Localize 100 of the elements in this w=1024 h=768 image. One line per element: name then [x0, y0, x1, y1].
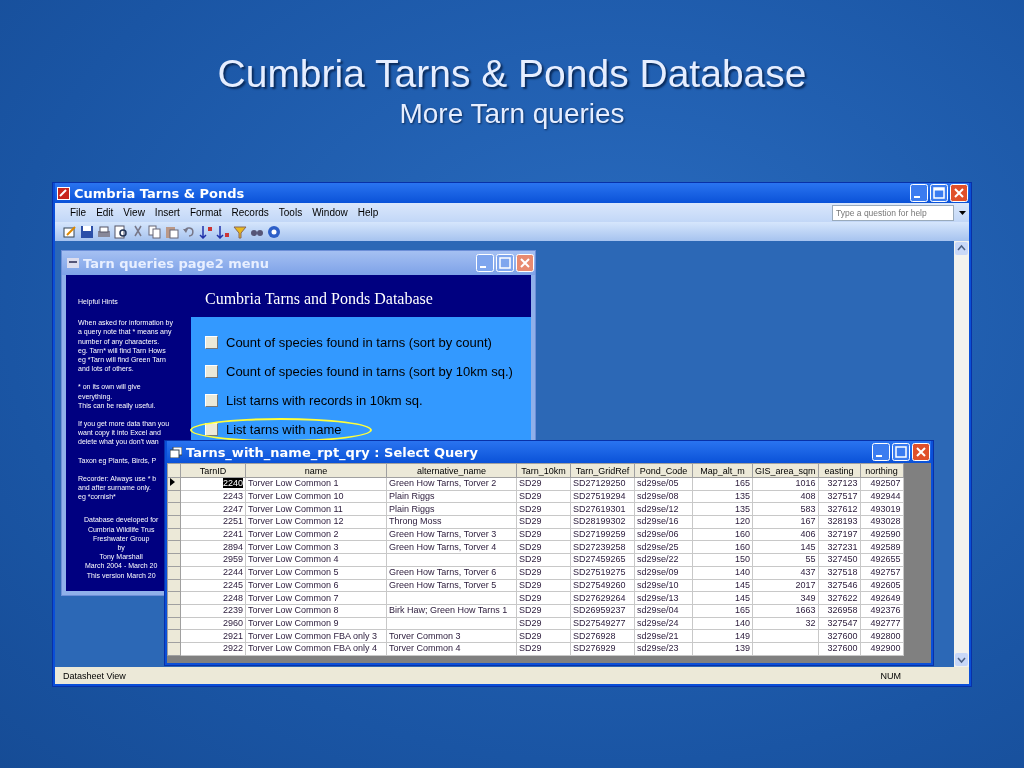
save-icon[interactable]	[80, 224, 94, 239]
option-label: List tarns with name	[226, 422, 342, 437]
table-cell: 327600	[827, 630, 858, 641]
menu-item[interactable]: Records	[226, 207, 274, 218]
table-cell: 437	[800, 567, 816, 578]
table-cell: Torver Low Common 9	[248, 617, 339, 628]
column-header[interactable]: Tarn_GridRef	[570, 463, 635, 478]
column-header[interactable]: easting	[818, 463, 861, 478]
column-header[interactable]: Pond_Code	[634, 463, 693, 478]
scroll-up-icon[interactable]	[955, 242, 968, 255]
column-header[interactable]: TarnID	[180, 463, 246, 478]
option-button[interactable]	[205, 336, 218, 349]
copy-icon[interactable]	[148, 224, 162, 239]
table-cell: SD29	[519, 554, 542, 565]
table-cell: SD27239258	[573, 541, 626, 552]
app-icon	[57, 186, 70, 200]
table-cell: SD276928	[573, 630, 616, 641]
column-header[interactable]: GIS_area_sqm	[752, 463, 819, 478]
table-cell: SD28199302	[573, 516, 626, 527]
table-cell: SD29	[519, 579, 542, 590]
table-cell: 2241	[222, 529, 243, 540]
table-cell: 583	[800, 503, 816, 514]
maximize-button[interactable]	[892, 443, 910, 461]
close-button[interactable]	[912, 443, 930, 461]
minimize-button[interactable]	[910, 184, 928, 202]
table-cell: sd29se/08	[637, 491, 679, 502]
table-cell: Torver Low Common 3	[248, 541, 339, 552]
table-cell: sd29se/05	[637, 478, 679, 489]
help-search-field[interactable]: Type a question for help	[832, 204, 954, 221]
table-cell: sd29se/12	[637, 503, 679, 514]
table-cell: 327123	[827, 478, 858, 489]
slide-title: Cumbria Tarns & Ponds Database	[217, 51, 807, 97]
maximize-button[interactable]	[496, 254, 514, 272]
table-cell: Birk Haw; Green How Tarns 1	[389, 605, 508, 616]
table-cell: 492649	[870, 592, 901, 603]
option-button[interactable]	[205, 423, 218, 436]
column-header[interactable]: name	[245, 463, 387, 478]
table-cell: SD27549260	[573, 579, 626, 590]
menu-item[interactable]: File	[65, 207, 92, 218]
table-cell: 492800	[870, 630, 901, 641]
option-button[interactable]	[205, 394, 218, 407]
table-cell: 492944	[870, 491, 901, 502]
table-cell: 327546	[827, 579, 858, 590]
option-button[interactable]	[205, 365, 218, 378]
column-header[interactable]: northing	[860, 463, 904, 478]
column-header[interactable]: Tarn_10km	[516, 463, 571, 478]
menu-item[interactable]: Tools	[273, 207, 308, 218]
menu-item[interactable]: Edit	[91, 207, 119, 218]
table-cell: sd29se/16	[637, 516, 679, 527]
column-header[interactable]: Map_alt_m	[692, 463, 753, 478]
table-cell: 2922	[222, 643, 243, 654]
table-cell: 160	[734, 541, 750, 552]
table-cell: 493019	[870, 503, 901, 514]
table-cell: SD26959237	[573, 605, 626, 616]
table-cell: 2894	[222, 541, 243, 552]
table-cell: SD29	[519, 541, 542, 552]
table-cell: Torver Low Common 6	[248, 579, 339, 590]
paste-icon[interactable]	[165, 224, 179, 239]
table-cell: sd29se/22	[637, 554, 679, 565]
scroll-down-icon[interactable]	[955, 653, 968, 666]
minimize-button[interactable]	[476, 254, 494, 272]
maximize-button[interactable]	[930, 184, 948, 202]
minimize-button[interactable]	[872, 443, 890, 461]
menu-item[interactable]: Insert	[149, 207, 185, 218]
table-cell: 150	[734, 554, 750, 565]
undo-icon[interactable]	[182, 224, 196, 239]
table-cell: 327197	[827, 529, 858, 540]
table-cell: 135	[734, 503, 750, 514]
table-cell: SD27629264	[573, 592, 626, 603]
view-icon[interactable]	[63, 224, 77, 239]
table-cell: 492777	[870, 617, 901, 628]
close-button[interactable]	[516, 254, 534, 272]
table-cell: 406	[800, 529, 816, 540]
print-preview-icon[interactable]	[114, 224, 128, 239]
table-cell: 492376	[870, 605, 901, 616]
table-cell: 165	[734, 605, 750, 616]
table-cell: Torver Low Common 5	[248, 567, 339, 578]
table-cell: SD29	[519, 516, 542, 527]
table-cell: 2959	[222, 554, 243, 565]
column-header[interactable]: alternative_name	[386, 463, 517, 478]
print-icon[interactable]	[97, 224, 111, 239]
table-cell: Torver Common 4	[389, 643, 461, 654]
menu-item[interactable]: Help	[352, 207, 384, 218]
table-cell: 349	[800, 592, 816, 603]
vertical-scrollbar[interactable]	[954, 241, 969, 667]
table-cell: 327600	[827, 643, 858, 654]
menu-item[interactable]: Format	[184, 207, 227, 218]
table-cell: SD29	[519, 478, 542, 489]
sort-descending-icon[interactable]	[216, 224, 230, 239]
table-cell: SD29	[519, 617, 542, 628]
table-cell: SD29	[519, 503, 542, 514]
table-cell: 145	[734, 592, 750, 603]
table-cell: 135	[734, 491, 750, 502]
table-cell: 2244	[222, 567, 243, 578]
close-button[interactable]	[950, 184, 968, 202]
table-cell: 492507	[870, 478, 901, 489]
table-cell: 32	[805, 617, 816, 628]
menu-item[interactable]: View	[118, 207, 150, 218]
sort-ascending-icon[interactable]	[199, 224, 213, 239]
menu-item[interactable]: Window	[307, 207, 353, 218]
